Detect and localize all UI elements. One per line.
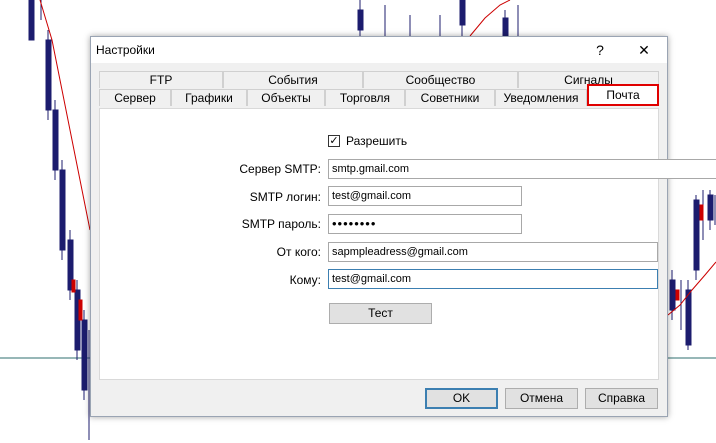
enable-checkbox[interactable]: ✓ [328,135,340,147]
smtp-password-label: SMTP пароль: [241,217,321,231]
tab-experts[interactable]: Советники [405,89,495,106]
tab-mail[interactable]: Почта [587,84,659,106]
tab-events[interactable]: События [223,71,363,88]
mail-settings-panel: ✓ Разрешить Сервер SMTP: smtp.gmail.com … [99,108,716,380]
test-button[interactable]: Тест [329,303,432,324]
settings-dialog: Настройки ? ✕ FTP События Сообщество Сиг… [90,36,716,417]
tab-server[interactable]: Сервер [99,89,171,106]
tab-ftp[interactable]: FTP [99,71,223,88]
ok-button[interactable]: OK [425,388,498,409]
from-input[interactable]: sapmpleadress@gmail.com [328,242,658,262]
from-label: От кого: [276,245,321,259]
tab-notifications[interactable]: Уведомления [495,89,587,106]
smtp-server-input[interactable]: smtp.gmail.com [328,159,716,179]
smtp-login-label: SMTP логин: [249,190,321,204]
dialog-title: Настройки [96,43,155,57]
smtp-password-input[interactable]: •••••••• [328,214,522,234]
tab-community[interactable]: Сообщество [363,71,518,88]
smtp-server-label: Сервер SMTP: [239,162,321,176]
tab-objects[interactable]: Объекты [247,89,325,106]
tab-charts[interactable]: Графики [171,89,247,106]
to-input[interactable]: test@gmail.com [328,269,658,289]
cancel-button[interactable]: Отмена [505,388,578,409]
help-icon[interactable]: ? [585,39,615,61]
help-button[interactable]: Справка [585,388,658,409]
enable-label: Разрешить [346,134,408,148]
tab-strip: FTP События Сообщество Сигналы Сервер Гр… [99,71,659,111]
tab-trade[interactable]: Торговля [325,89,405,106]
close-icon[interactable]: ✕ [629,39,659,61]
smtp-login-input[interactable]: test@gmail.com [328,186,522,206]
title-bar: Настройки ? ✕ [91,37,667,63]
to-label: Кому: [289,273,321,287]
